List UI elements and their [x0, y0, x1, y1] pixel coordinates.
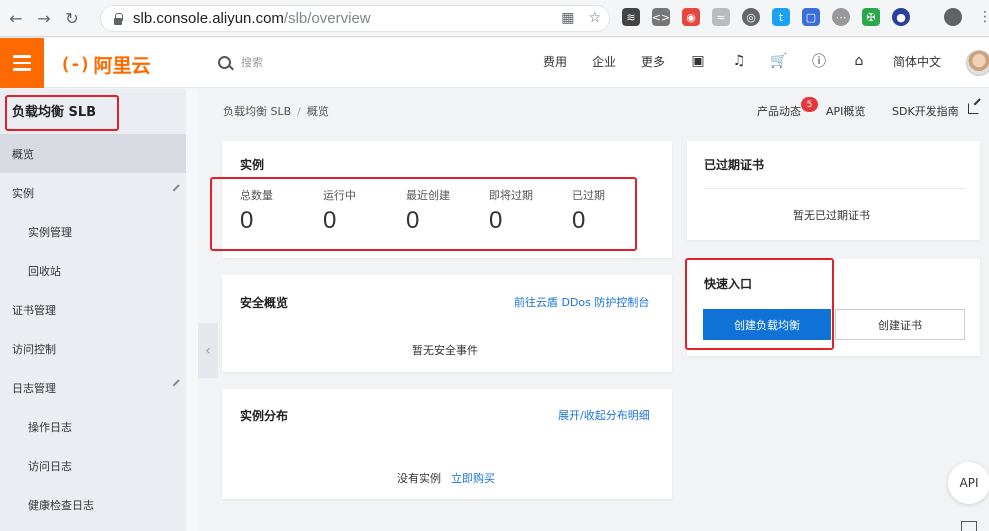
annotation-box: [685, 258, 834, 350]
sidebar-item-label: 健康检查日志: [28, 498, 94, 512]
sidebar-item-certificates[interactable]: 证书管理: [0, 290, 186, 329]
hamburger-menu-button[interactable]: [0, 38, 44, 88]
api-overview-link[interactable]: API概览: [826, 103, 865, 119]
chevron-icon: [172, 379, 180, 387]
extension-icon[interactable]: ✠: [862, 8, 880, 26]
extension-icon[interactable]: ◉: [682, 8, 700, 26]
annotation-box: [210, 177, 637, 251]
chevron-icon: [172, 184, 180, 192]
extensions-bar: ≋ <> ◉ ≈ ◎ t ▢ ⋯ ✠ ●: [622, 8, 910, 26]
profile-icon[interactable]: [944, 8, 962, 26]
home-icon[interactable]: ⌂: [850, 52, 868, 70]
brand-name: 阿里云: [93, 55, 151, 77]
sidebar-item-label: 访问控制: [12, 342, 56, 356]
avatar[interactable]: [966, 50, 989, 76]
extension-icon[interactable]: ⋯: [832, 8, 850, 26]
cart-icon[interactable]: 🛒: [770, 52, 788, 70]
aliyun-logo[interactable]: (-) 阿里云: [60, 51, 151, 78]
nav-enterprise[interactable]: 企业: [592, 53, 616, 70]
bookmark-star-icon[interactable]: ☆: [588, 10, 601, 26]
breadcrumb-root[interactable]: 负载均衡 SLB: [223, 105, 291, 118]
twitter-icon[interactable]: t: [772, 8, 790, 26]
security-card-title: 安全概览: [240, 296, 289, 310]
sidebar-edge: [186, 89, 198, 531]
distribution-card: [222, 389, 672, 499]
breadcrumb-current: 概览: [306, 105, 329, 118]
nav-billing[interactable]: 费用: [543, 53, 567, 70]
sidebar-item-recycle-bin[interactable]: 回收站: [0, 251, 186, 290]
breadcrumb-separator: /: [297, 105, 301, 118]
divider: [704, 188, 966, 189]
search-placeholder: 搜索: [241, 56, 263, 69]
language-switch[interactable]: 简体中文: [893, 53, 941, 70]
sidebar-item-overview[interactable]: 概览: [0, 134, 186, 173]
sidebar-item-label: 日志管理: [12, 381, 56, 395]
distribution-card-title: 实例分布: [240, 409, 289, 423]
security-empty-text: 暂无安全事件: [412, 344, 478, 357]
sidebar-item-operation-log[interactable]: 操作日志: [0, 407, 186, 446]
url-host: slb.console.aliyun.com: [133, 10, 284, 27]
sidebar: 负载均衡 SLB 概览 实例 实例管理 回收站 证书管理 访问控制 日志管理 操…: [0, 89, 186, 531]
sidebar-item-access-control[interactable]: 访问控制: [0, 329, 186, 368]
help-icon[interactable]: ⓘ: [810, 52, 828, 70]
buy-now-link[interactable]: 立即购买: [451, 470, 495, 486]
sidebar-item-label: 回收站: [28, 264, 61, 278]
sidebar-item-health-check-log[interactable]: 健康检查日志: [0, 485, 186, 524]
breadcrumb: 负载均衡 SLB / 概览: [223, 103, 329, 119]
back-icon[interactable]: ←: [4, 6, 28, 30]
lock-icon: [113, 12, 123, 25]
aliyun-logo-mark: (-): [60, 54, 90, 75]
reload-icon[interactable]: ↻: [60, 6, 84, 30]
sidebar-item-log-management[interactable]: 日志管理: [0, 368, 186, 407]
sidebar-item-label: 证书管理: [12, 303, 56, 317]
sidebar-item-instance-management[interactable]: 实例管理: [0, 212, 186, 251]
address-bar[interactable]: slb.console.aliyun.com/slb/overview ▦ ☆: [100, 5, 610, 32]
bell-icon[interactable]: ♫: [730, 52, 748, 70]
ddos-console-link[interactable]: 前往云盾 DDos 防护控制台: [514, 294, 649, 310]
annotation-box: [5, 95, 119, 131]
chevron-left-icon: ‹: [205, 342, 211, 359]
api-float-button[interactable]: API: [948, 462, 989, 504]
toggle-distribution-link[interactable]: 展开/收起分布明细: [558, 407, 650, 423]
search-icon: [218, 55, 231, 69]
forward-icon[interactable]: →: [32, 6, 56, 30]
sidebar-item-label: 实例: [12, 186, 34, 200]
console-topbar: (-) 阿里云 搜索 费用 企业 更多 ▣ ♫ 🛒 ⓘ ⌂ 简体中文: [0, 38, 989, 88]
sidebar-item-label: 概览: [12, 147, 34, 161]
search-input[interactable]: 搜索: [218, 54, 263, 70]
sidebar-item-instances[interactable]: 实例: [0, 173, 186, 212]
extension-icon[interactable]: ●: [892, 8, 910, 26]
sidebar-item-label: 实例管理: [28, 225, 72, 239]
no-instances-text: 没有实例: [397, 472, 441, 485]
feedback-icon[interactable]: [961, 521, 977, 531]
nav-more[interactable]: 更多: [641, 53, 665, 70]
no-expired-certificates-text: 暂无已过期证书: [793, 209, 870, 222]
extension-icon[interactable]: <>: [652, 8, 670, 26]
product-news-link[interactable]: 产品动态: [757, 103, 801, 119]
sdk-guide-link[interactable]: SDK开发指南: [892, 103, 959, 119]
notification-badge: 5: [801, 97, 818, 112]
sidebar-item-label: 操作日志: [28, 420, 72, 434]
expired-certificates-title: 已过期证书: [704, 158, 765, 172]
instances-card-title: 实例: [240, 158, 265, 172]
extension-icon[interactable]: ▢: [802, 8, 820, 26]
external-link-icon: [968, 103, 979, 114]
extension-icon[interactable]: ≈: [712, 8, 730, 26]
sidebar-item-label: 访问日志: [28, 459, 72, 473]
sidebar-item-access-log[interactable]: 访问日志: [0, 446, 186, 485]
extension-icon[interactable]: ◎: [742, 8, 760, 26]
terminal-icon[interactable]: ▣: [689, 52, 707, 70]
create-certificate-button[interactable]: 创建证书: [835, 309, 965, 340]
sidebar-collapse-button[interactable]: ‹: [198, 323, 218, 378]
browser-menu-icon[interactable]: ⋮: [978, 9, 989, 25]
url-text: slb.console.aliyun.com/slb/overview: [133, 10, 371, 27]
extension-icon[interactable]: ≋: [622, 8, 640, 26]
translate-icon[interactable]: ▦: [561, 10, 574, 26]
url-path: /slb/overview: [283, 10, 371, 27]
